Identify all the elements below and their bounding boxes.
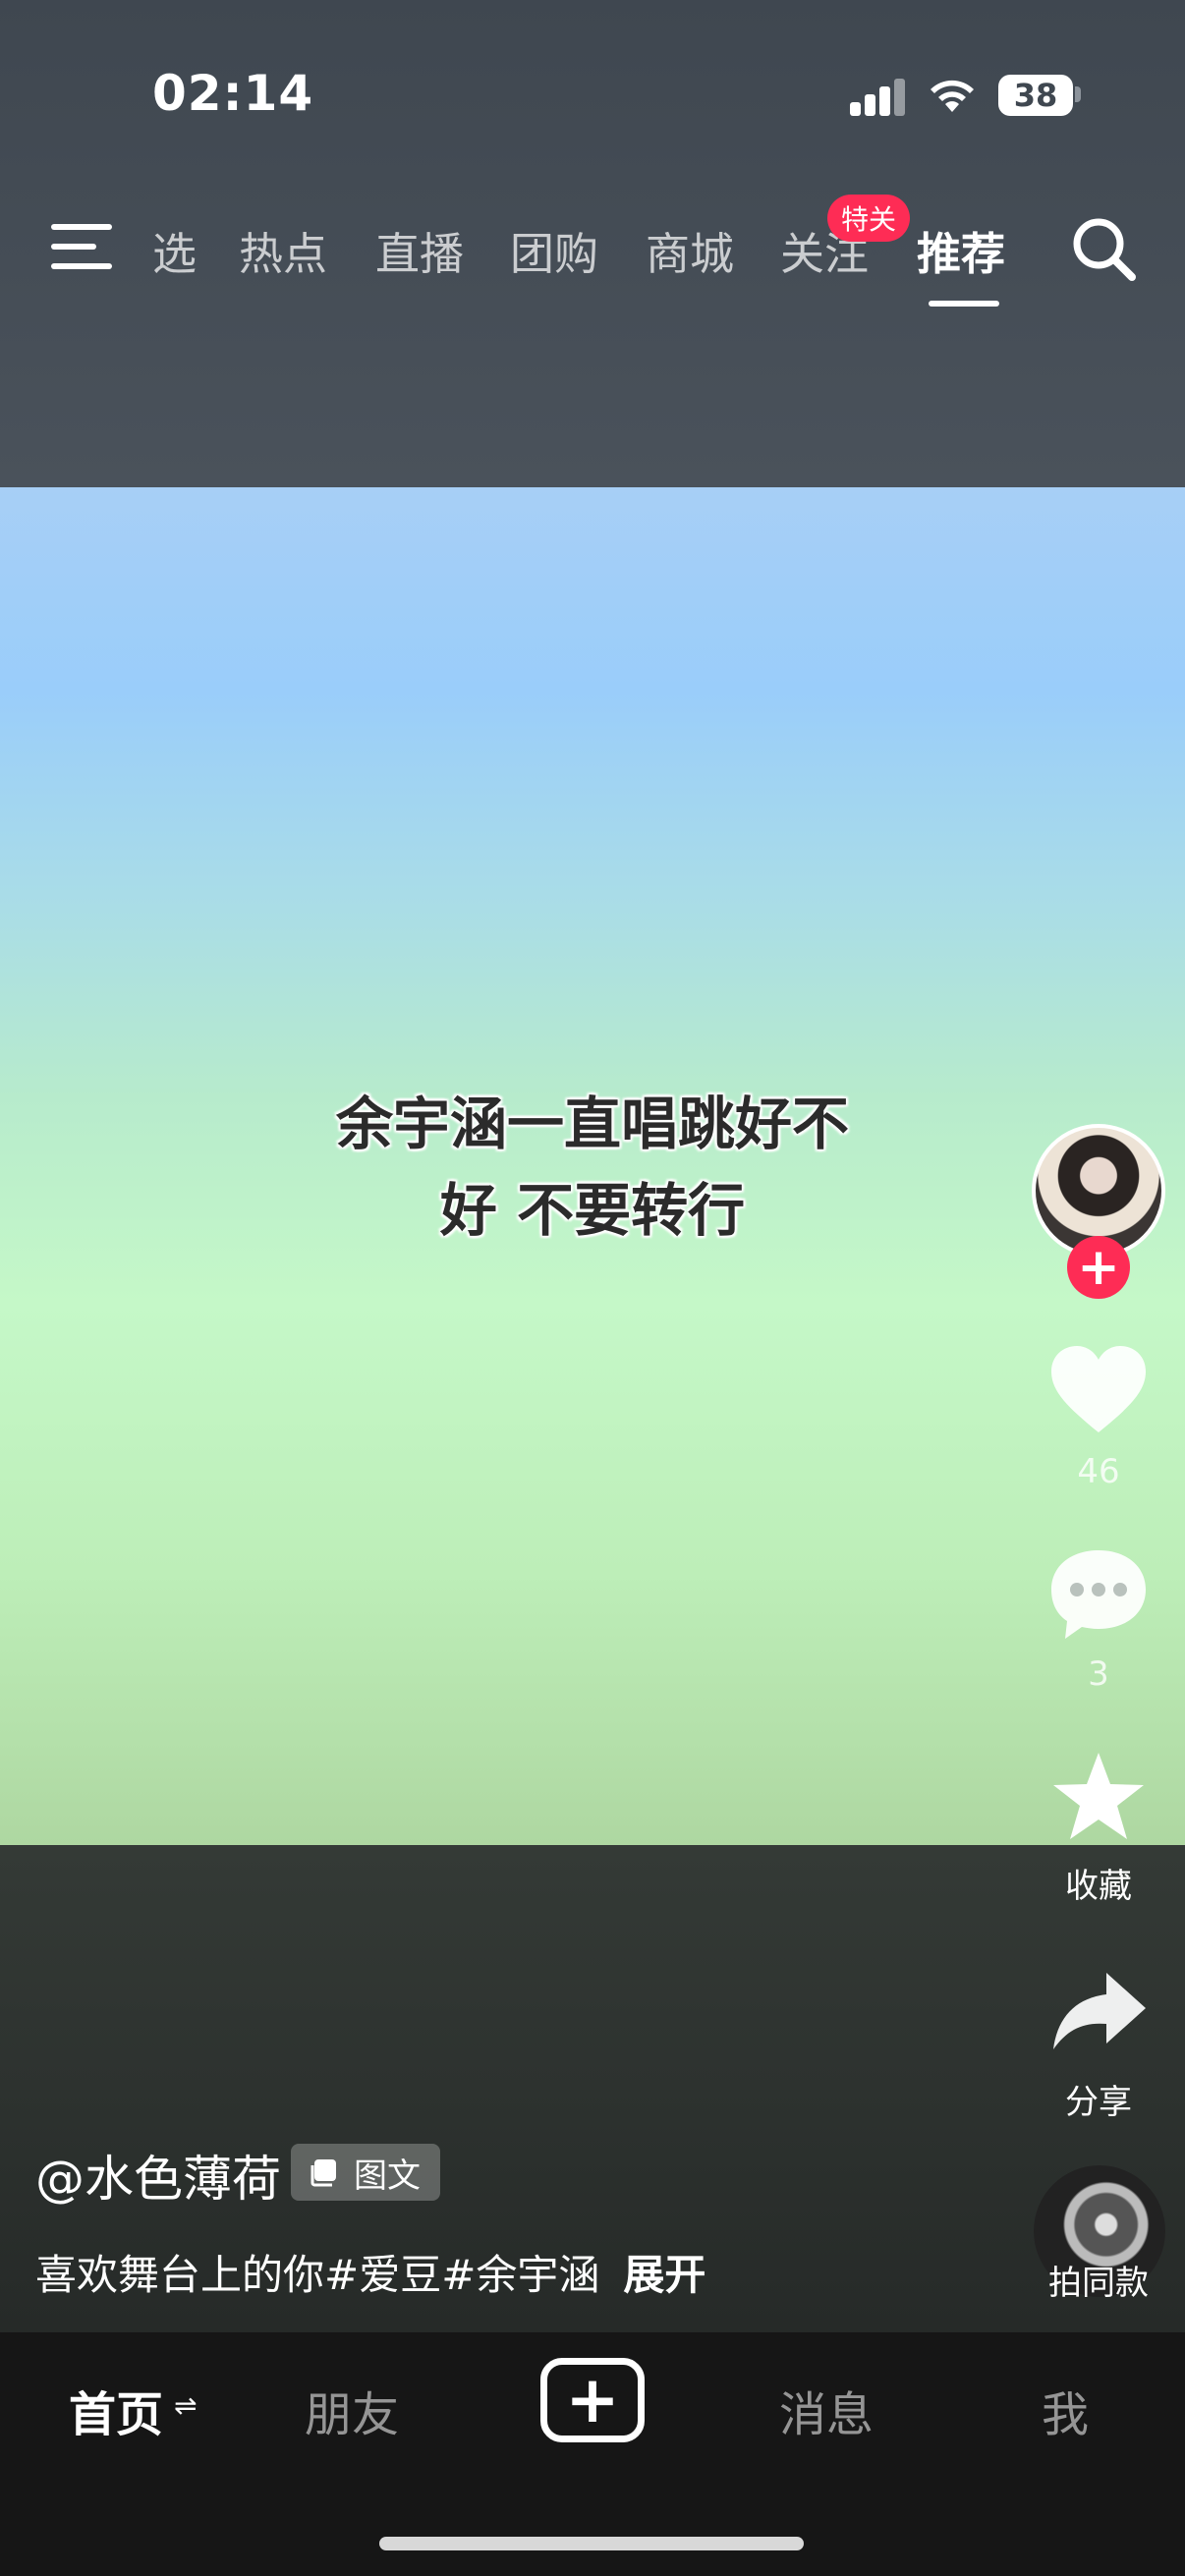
tab-live[interactable]: 直播 xyxy=(375,218,464,282)
tab-hot[interactable]: 热点 xyxy=(239,218,327,282)
special-follow-badge: 特关 xyxy=(827,195,911,242)
tab-group-buy[interactable]: 团购 xyxy=(510,218,598,282)
share-icon[interactable] xyxy=(1047,1965,1150,2063)
follow-button[interactable]: + xyxy=(1067,1236,1130,1299)
author-name[interactable]: @水色薄荷 xyxy=(35,2140,281,2211)
menu-icon[interactable] xyxy=(51,224,114,271)
heart-icon[interactable] xyxy=(1047,1342,1150,1440)
star-icon[interactable] xyxy=(1047,1749,1150,1847)
home-indicator xyxy=(379,2537,804,2550)
tab-select[interactable]: 选 xyxy=(152,218,197,282)
tab-mall[interactable]: 商城 xyxy=(646,218,734,282)
tab-recommend[interactable]: 推荐 xyxy=(917,218,1005,282)
status-time: 02:14 xyxy=(152,65,314,122)
nav-me[interactable]: 我 xyxy=(1042,2376,1089,2444)
post-description: 喜欢舞台上的你#爱豆#余宇涵 展开 xyxy=(35,2242,705,2302)
cellular-signal-icon xyxy=(850,77,905,116)
like-count: 46 xyxy=(1077,1452,1120,1491)
comment-icon[interactable] xyxy=(1047,1544,1150,1643)
battery-icon: 38 xyxy=(998,75,1073,116)
description-text: 喜欢舞台上的你#爱豆#余宇涵 xyxy=(35,2251,600,2299)
active-tab-indicator xyxy=(929,301,999,307)
image-text-icon xyxy=(310,2159,336,2187)
wifi-icon xyxy=(931,80,974,112)
nav-friends[interactable]: 朋友 xyxy=(305,2376,399,2444)
search-icon[interactable] xyxy=(1069,214,1138,283)
swap-icon: ⇌ xyxy=(174,2389,198,2422)
comment-count: 3 xyxy=(1088,1654,1109,1694)
battery-tip xyxy=(1075,86,1081,102)
create-post-button[interactable]: + xyxy=(540,2358,645,2442)
nav-messages[interactable]: 消息 xyxy=(779,2376,874,2444)
post-type-label: 图文 xyxy=(354,2156,421,2196)
post-caption: 余宇涵一直唱跳好不 好 不要转行 xyxy=(335,1091,849,1244)
expand-link[interactable]: 展开 xyxy=(623,2251,705,2299)
share-label: 分享 xyxy=(1065,2083,1132,2122)
post-type-pill: 图文 xyxy=(291,2144,440,2201)
favorite-label: 收藏 xyxy=(1065,1867,1132,1906)
same-style-label[interactable]: 拍同款 xyxy=(1018,2256,1179,2304)
nav-home[interactable]: 首页 xyxy=(69,2376,163,2444)
